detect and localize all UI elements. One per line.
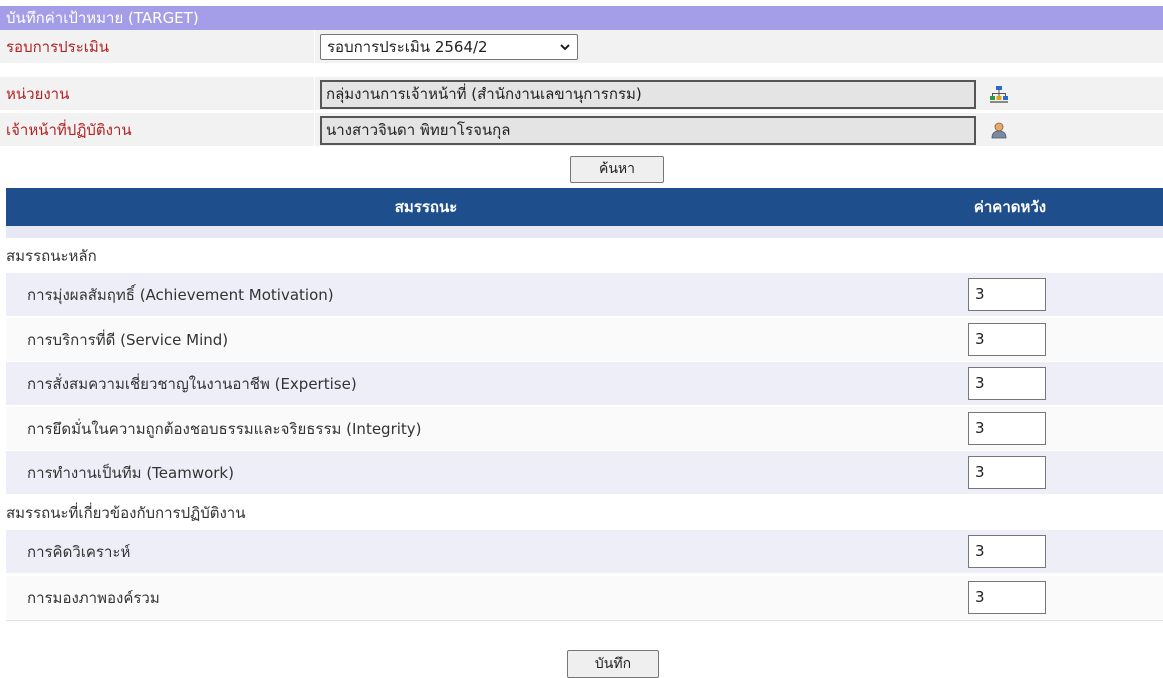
table-row: การคิดวิเคราะห์ 3 (6, 530, 1163, 574)
search-button[interactable]: ค้นหา (570, 156, 664, 183)
round-select-value: รอบการประเมิน 2564/2 (327, 38, 488, 56)
expected-value-input[interactable]: 3 (968, 535, 1046, 568)
divider (314, 77, 315, 111)
competency-label: การยึดมั่นในความถูกต้องชอบธรรมและจริยธรร… (27, 420, 422, 438)
table-row: การยึดมั่นในความถูกต้องชอบธรรมและจริยธรร… (6, 407, 1163, 451)
save-button[interactable]: บันทึก (567, 650, 659, 678)
group-heading: สมรรถนะที่เกี่ยวข้องกับการปฏิบัติงาน (6, 497, 1163, 529)
table-row: การมองภาพองค์รวม 3 (6, 576, 1163, 620)
competency-label: การมองภาพองค์รวม (27, 589, 160, 607)
column-header-competency: สมรรถนะ (394, 198, 458, 216)
table-bottom-border (6, 620, 1163, 621)
table-row: การทำงานเป็นทีม (Teamwork) 3 (6, 451, 1163, 495)
staff-field: นางสาวจินดา พิทยาโรจนกุล (320, 116, 976, 145)
column-header-expected: ค่าคาดหวัง (973, 198, 1047, 216)
unit-label: หน่วยงาน (6, 85, 70, 103)
table-spacer (6, 226, 1163, 238)
chevron-down-icon (559, 35, 571, 67)
table-row: การสั่งสมความเชี่ยวชาญในงานอาชีพ (Expert… (6, 362, 1163, 406)
unit-row: หน่วยงาน กลุ่มงานการเจ้าหน้าที่ (สำนักงา… (0, 77, 1163, 111)
divider (314, 113, 315, 147)
competency-label: การบริการที่ดี (Service Mind) (27, 331, 229, 349)
competency-label: การมุ่งผลสัมฤทธิ์ (Achievement Motivatio… (27, 286, 334, 304)
divider (314, 30, 315, 64)
form-title: บันทึกค่าเป้าหมาย (TARGET) (0, 6, 1163, 30)
competency-label: การทำงานเป็นทีม (Teamwork) (27, 464, 234, 482)
competency-label: การคิดวิเคราะห์ (27, 543, 131, 561)
staff-label: เจ้าหน้าที่ปฏิบัติงาน (6, 121, 132, 139)
group-heading: สมรรถนะหลัก (6, 240, 1163, 272)
expected-value-input[interactable]: 3 (968, 456, 1046, 489)
unit-field: กลุ่มงานการเจ้าหน้าที่ (สำนักงานเลขานุกา… (320, 80, 976, 109)
competency-label: การสั่งสมความเชี่ยวชาญในงานอาชีพ (Expert… (27, 375, 357, 393)
expected-value-input[interactable]: 3 (968, 412, 1046, 445)
round-row: รอบการประเมิน รอบการประเมิน 2564/2 (0, 30, 1163, 64)
user-icon[interactable] (990, 121, 1008, 139)
round-select[interactable]: รอบการประเมิน 2564/2 (320, 34, 578, 60)
expected-value-input[interactable]: 3 (968, 367, 1046, 400)
table-row: การมุ่งผลสัมฤทธิ์ (Achievement Motivatio… (6, 273, 1163, 317)
expected-value-input[interactable]: 3 (968, 323, 1046, 356)
table-header: สมรรถนะ ค่าคาดหวัง (6, 188, 1163, 226)
org-chart-icon[interactable] (990, 85, 1008, 103)
round-label: รอบการประเมิน (6, 38, 110, 56)
table-row: การบริการที่ดี (Service Mind) 3 (6, 318, 1163, 362)
staff-row: เจ้าหน้าที่ปฏิบัติงาน นางสาวจินดา พิทยาโ… (0, 113, 1163, 147)
expected-value-input[interactable]: 3 (968, 581, 1046, 614)
expected-value-input[interactable]: 3 (968, 278, 1046, 311)
